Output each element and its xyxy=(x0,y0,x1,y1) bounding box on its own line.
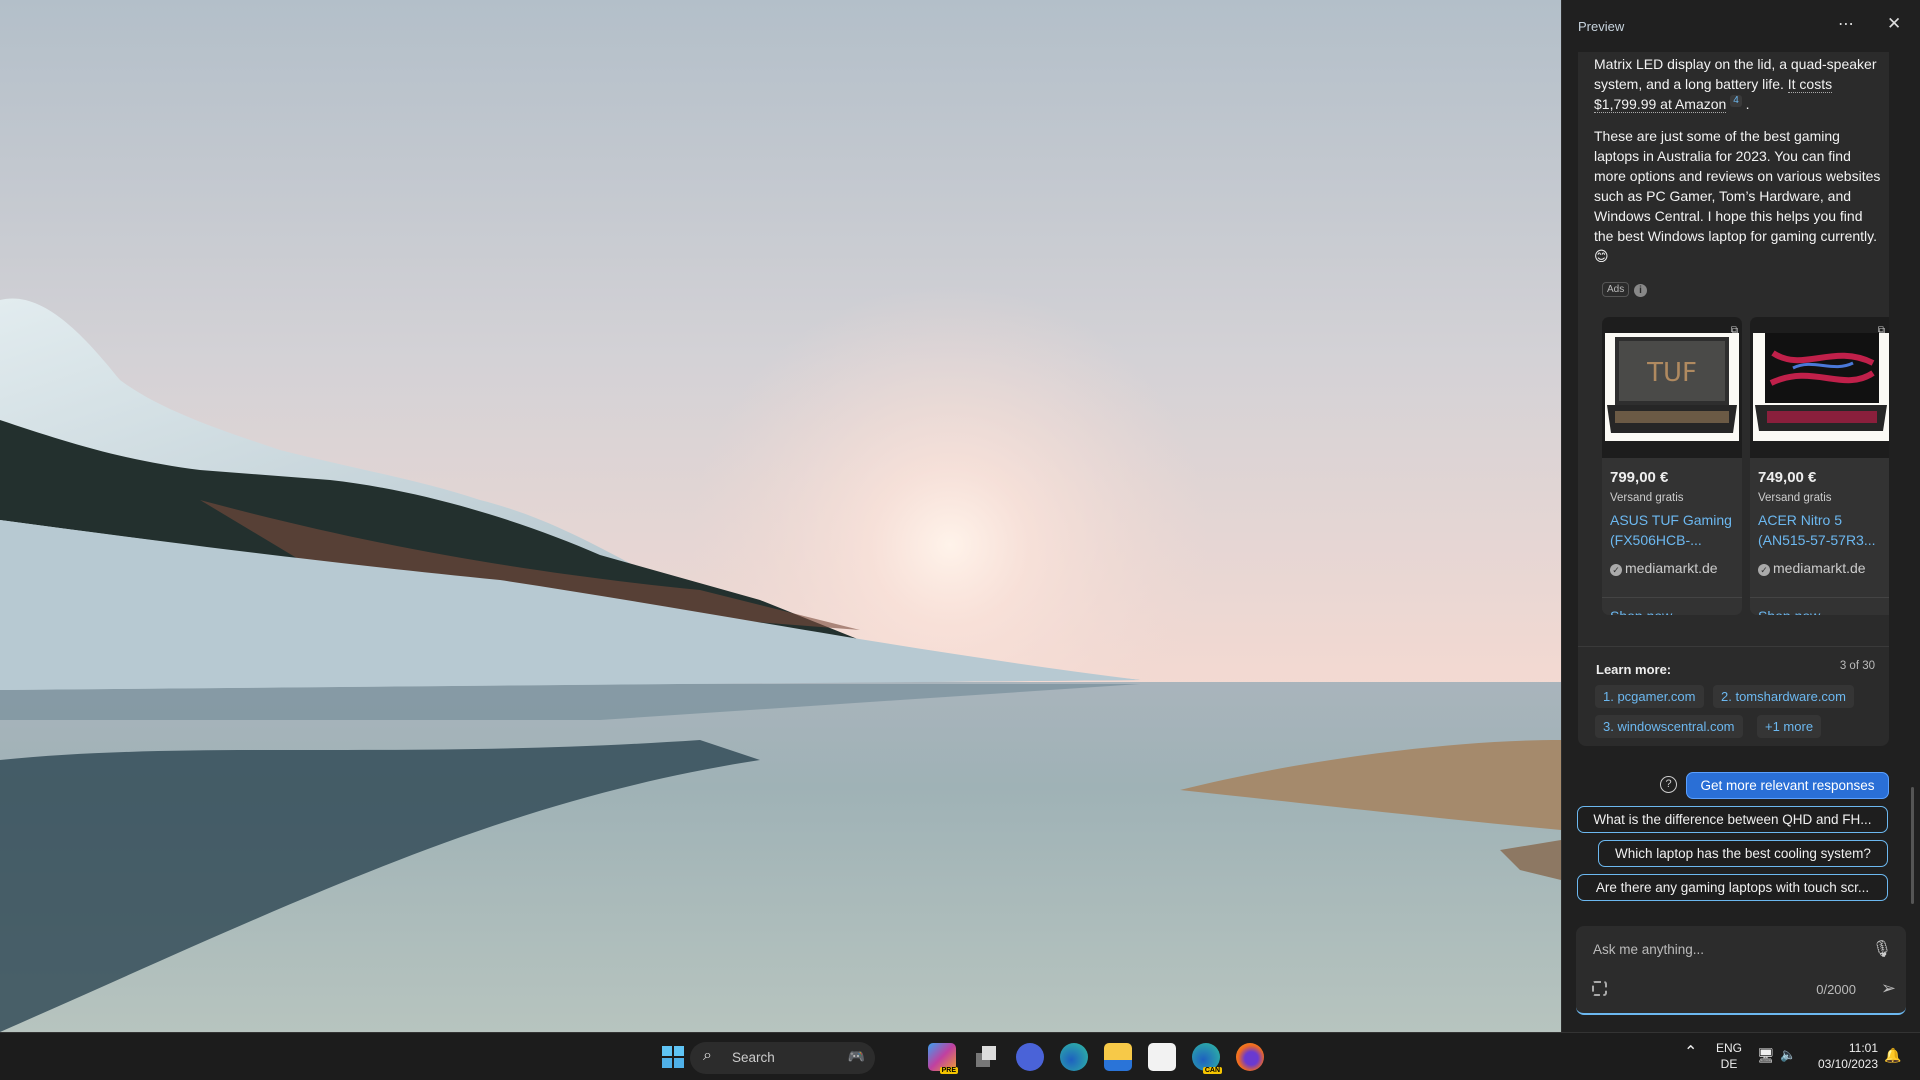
close-icon[interactable]: ✕ xyxy=(1887,14,1901,34)
panel-title: Preview xyxy=(1578,19,1625,34)
teams-meet-icon[interactable] xyxy=(1016,1043,1044,1071)
help-icon[interactable]: ? xyxy=(1660,776,1677,793)
shop-now-link[interactable]: Shop now xyxy=(1750,597,1889,615)
response-paragraph: These are just some of the best gaming l… xyxy=(1594,128,1881,244)
product-price: 749,00 € xyxy=(1758,469,1817,486)
edge-canary-icon[interactable]: CAN xyxy=(1192,1043,1222,1074)
chat-input-placeholder[interactable]: Ask me anything... xyxy=(1593,942,1704,957)
product-price: 799,00 € xyxy=(1610,469,1669,486)
external-link-icon[interactable]: ⧉ xyxy=(1878,325,1885,336)
scrollbar[interactable] xyxy=(1911,787,1914,904)
source-link-windowscentral[interactable]: 3. windowscentral.com xyxy=(1595,715,1743,738)
volume-icon[interactable]: 🔈 xyxy=(1780,1047,1796,1063)
microsoft-store-icon[interactable] xyxy=(1148,1043,1176,1071)
verified-check-icon: ✓ xyxy=(1610,564,1622,576)
copilot-preview-icon[interactable]: PRE xyxy=(928,1043,958,1074)
notification-bell-icon[interactable]: 🔔 xyxy=(1884,1047,1901,1063)
suggestion-chip[interactable]: Are there any gaming laptops with touch … xyxy=(1577,874,1888,901)
landscape-image xyxy=(0,0,1561,1032)
taskbar: ⌕ Search 🎮 PRE CAN ⌃ ENG DE 🖥 🔈 11:01 03/10/… xyxy=(0,1032,1920,1080)
seller-name: mediamarkt.de xyxy=(1773,560,1866,576)
product-seller: ✓ mediamarkt.de xyxy=(1758,560,1866,576)
product-shipping: Versand gratis xyxy=(1610,492,1684,504)
copilot-preview-panel: Preview ⋯ ✕ Matrix LED display on the li… xyxy=(1561,0,1920,1032)
external-link-icon[interactable]: ⧉ xyxy=(1731,325,1738,336)
response-paragraph: Matrix LED display on the lid, a quad-sp… xyxy=(1594,56,1877,92)
search-label: Search xyxy=(732,1050,775,1065)
source-link-pcgamer[interactable]: 1. pcgamer.com xyxy=(1595,685,1704,708)
response-count: 3 of 30 xyxy=(1839,660,1875,672)
svg-text:TUF: TUF xyxy=(1646,358,1697,388)
chat-response-card: Matrix LED display on the lid, a quad-sp… xyxy=(1578,52,1889,746)
show-hidden-icons-chevron-icon[interactable]: ⌃ xyxy=(1684,1045,1697,1061)
chat-input-box[interactable]: Ask me anything... 🎙 0/2000 ➢ xyxy=(1576,926,1906,1015)
divider xyxy=(1578,646,1889,647)
product-seller: ✓ mediamarkt.de xyxy=(1610,560,1718,576)
info-icon[interactable]: i xyxy=(1634,284,1647,297)
seller-name: mediamarkt.de xyxy=(1625,560,1718,576)
search-highlight-icon: 🎮 xyxy=(847,1048,865,1064)
search-icon: ⌕ xyxy=(703,1047,712,1064)
start-button-windows-icon[interactable] xyxy=(659,1043,687,1071)
more-options-icon[interactable]: ⋯ xyxy=(1838,14,1855,34)
product-image-laptop: TUF ⧉ xyxy=(1602,317,1742,458)
ads-label: Ads xyxy=(1602,282,1630,297)
task-view-icon[interactable] xyxy=(972,1043,1000,1071)
network-icon[interactable]: 🖥 xyxy=(1757,1047,1775,1063)
citation-number[interactable]: 4 xyxy=(1730,95,1742,108)
product-card[interactable]: TUF ⧉ 799,00 € Versand gratis ASUS TUF Ga… xyxy=(1602,317,1742,615)
verified-check-icon: ✓ xyxy=(1758,564,1770,576)
learn-more-label: Learn more: xyxy=(1596,662,1672,677)
more-sources-link[interactable]: +1 more xyxy=(1757,715,1822,738)
product-name-link[interactable]: ACER Nitro 5 (AN515-57-57R3... xyxy=(1758,510,1886,550)
product-image-laptop: ⧉ xyxy=(1750,317,1889,458)
send-icon[interactable]: ➢ xyxy=(1881,978,1896,999)
character-count: 0/2000 xyxy=(1816,982,1856,997)
product-shipping: Versand gratis xyxy=(1758,492,1832,504)
shop-now-link[interactable]: Shop now xyxy=(1602,597,1742,615)
preview-badge: PRE xyxy=(939,1067,958,1074)
edge-icon[interactable] xyxy=(1060,1043,1088,1071)
punctuation: . xyxy=(1741,96,1750,112)
product-card[interactable]: ⧉ 749,00 € Versand gratis ACER Nitro 5 (… xyxy=(1750,317,1889,615)
smile-emoji-icon: 😊 xyxy=(1594,248,1609,264)
clock[interactable]: 11:01 03/10/2023 xyxy=(1812,1040,1878,1072)
date: 03/10/2023 xyxy=(1817,1057,1878,1071)
suggestion-chip[interactable]: Which laptop has the best cooling system… xyxy=(1598,840,1888,867)
get-more-relevant-responses-button[interactable]: Get more relevant responses xyxy=(1686,772,1889,799)
time: 11:01 xyxy=(1848,1041,1878,1055)
product-name-link[interactable]: ASUS TUF Gaming (FX506HCB-... xyxy=(1610,510,1738,550)
language-indicator[interactable]: ENG DE xyxy=(1716,1040,1742,1072)
taskbar-search-box[interactable]: ⌕ Search 🎮 xyxy=(690,1042,875,1074)
source-link-tomshardware[interactable]: 2. tomshardware.com xyxy=(1713,685,1854,708)
suggestion-chip[interactable]: What is the difference between QHD and F… xyxy=(1577,806,1888,833)
desktop-wallpaper xyxy=(0,0,1561,1032)
keyboard-layout: DE xyxy=(1720,1057,1738,1071)
microphone-icon[interactable]: 🎙 xyxy=(1872,939,1892,959)
response-text: Matrix LED display on the lid, a quad-sp… xyxy=(1594,54,1884,278)
file-explorer-icon[interactable] xyxy=(1104,1043,1132,1071)
screenshot-capture-icon[interactable] xyxy=(1592,981,1607,996)
canary-badge: CAN xyxy=(1202,1067,1222,1074)
firefox-icon[interactable] xyxy=(1236,1043,1264,1071)
language-code: ENG xyxy=(1716,1041,1743,1055)
